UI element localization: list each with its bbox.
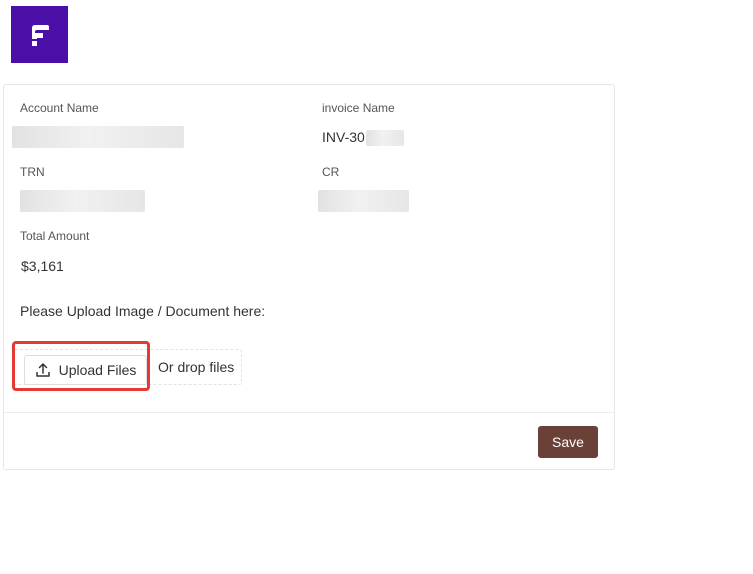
invoice-name-label: invoice Name xyxy=(322,101,395,115)
trn-label: TRN xyxy=(20,165,45,179)
invoice-name-redacted xyxy=(365,130,404,147)
upload-icon xyxy=(35,362,51,378)
upload-files-button[interactable]: Upload Files xyxy=(24,355,147,385)
trn-value-redacted xyxy=(20,190,145,212)
account-name-value-redacted xyxy=(12,126,184,148)
card-divider xyxy=(4,412,614,413)
brand-logo-icon xyxy=(11,6,68,63)
file-dropzone[interactable]: Upload Files Or drop files xyxy=(12,349,242,385)
upload-files-label: Upload Files xyxy=(58,362,137,378)
invoice-name-prefix: INV-30 xyxy=(322,129,365,145)
cr-value-redacted xyxy=(318,190,409,212)
invoice-name-value: INV-30 xyxy=(322,129,404,147)
account-name-label: Account Name xyxy=(20,101,99,115)
cr-label: CR xyxy=(322,165,340,179)
page: Account Name invoice Name INV-30 TRN CR … xyxy=(0,0,753,574)
invoice-form-card: Account Name invoice Name INV-30 TRN CR … xyxy=(3,84,615,470)
total-amount-label: Total Amount xyxy=(20,229,90,243)
save-button[interactable]: Save xyxy=(538,426,598,458)
total-amount-value: $3,161 xyxy=(21,258,64,274)
upload-prompt: Please Upload Image / Document here: xyxy=(20,303,266,319)
drop-files-text: Or drop files xyxy=(158,359,235,375)
